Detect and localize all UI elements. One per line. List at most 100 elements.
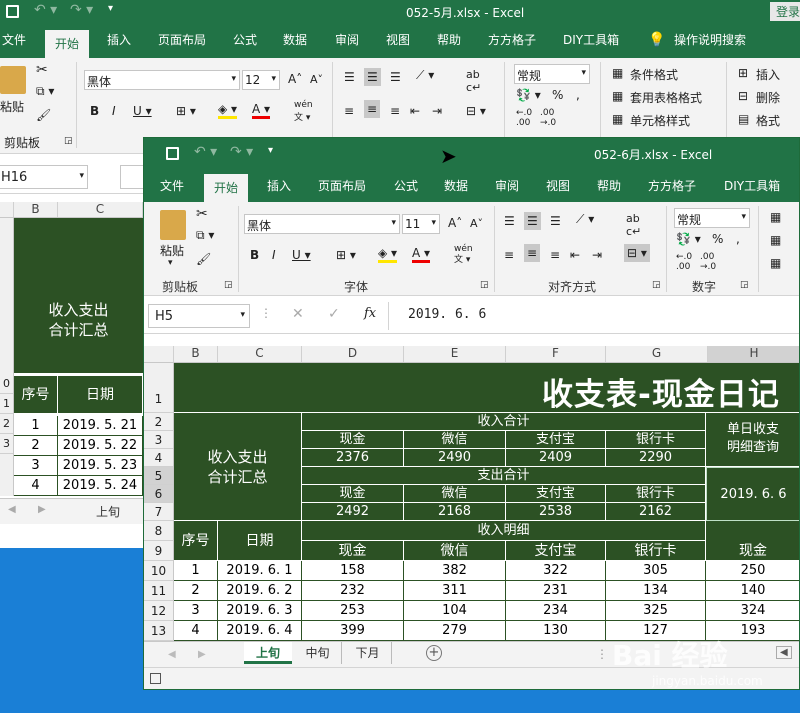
income-total-value[interactable]: 2376: [302, 449, 404, 467]
tab-file[interactable]: 文件: [2, 24, 26, 56]
tab-page-layout[interactable]: 页面布局: [318, 170, 366, 202]
tab-file[interactable]: 文件: [160, 170, 184, 202]
tab-review[interactable]: 审阅: [495, 170, 519, 202]
scroll-right-icon[interactable]: ▶: [198, 649, 206, 660]
tab-fangfang[interactable]: 方方格子: [488, 24, 536, 56]
row-header[interactable]: 4: [144, 449, 173, 467]
row-header[interactable]: 2: [144, 413, 173, 431]
phonetic-icon[interactable]: wén 文 ▾: [294, 100, 313, 123]
underline-icon[interactable]: U ▾: [292, 248, 311, 262]
font-name-select[interactable]: 黑体 ▾: [244, 214, 400, 234]
income-total-value[interactable]: 2290: [606, 449, 706, 467]
font-color-icon[interactable]: A ▾: [252, 102, 271, 119]
delete-cells-button[interactable]: 删除: [756, 89, 780, 106]
lightbulb-icon[interactable]: 💡: [648, 24, 665, 56]
border-icon[interactable]: ⊞ ▾: [176, 104, 196, 118]
align-right-icon[interactable]: ≡: [390, 104, 400, 118]
row-header[interactable]: 13: [144, 621, 173, 641]
row-header[interactable]: 6: [144, 485, 173, 503]
fill-color-icon[interactable]: ◈ ▾: [378, 246, 398, 263]
col-header-c[interactable]: C: [218, 346, 302, 362]
font-size-select[interactable]: 11 ▾: [402, 214, 440, 234]
row-value-cell[interactable]: 325: [606, 601, 706, 621]
format-painter-icon[interactable]: 🖌: [36, 108, 51, 122]
italic-icon[interactable]: I: [272, 248, 276, 262]
scroll-left-icon[interactable]: ◀: [8, 504, 16, 515]
row-header[interactable]: 8: [144, 521, 173, 541]
row-value-cell[interactable]: 130: [506, 621, 606, 641]
expense-method-header[interactable]: 银行卡: [606, 485, 706, 503]
dialog-launcher-icon[interactable]: ◲: [224, 280, 233, 290]
back-row-date-cell[interactable]: 2019. 5. 21: [58, 416, 143, 436]
row-value-cell[interactable]: 305: [606, 561, 706, 581]
format-cells-button[interactable]: 格式: [756, 112, 780, 129]
summary-cell[interactable]: 收入支出 合计汇总: [174, 413, 302, 521]
add-sheet-icon[interactable]: +: [426, 645, 442, 661]
row-no-cell[interactable]: 3: [174, 601, 218, 621]
login-button[interactable]: 登录: [770, 2, 800, 21]
back-row-date-cell[interactable]: 2019. 5. 23: [58, 456, 143, 476]
col-header-b[interactable]: B: [14, 202, 58, 217]
merge-center-icon[interactable]: ⊟ ▾: [624, 244, 650, 262]
expense-total-value[interactable]: 2168: [404, 503, 506, 521]
cut-icon[interactable]: ✂: [36, 62, 48, 78]
tab-diy-toolbox[interactable]: DIY工具箱: [724, 170, 780, 202]
dialog-launcher-icon[interactable]: ◲: [64, 136, 73, 146]
tab-insert[interactable]: 插入: [107, 24, 131, 56]
font-color-icon[interactable]: A ▾: [412, 246, 431, 263]
align-top-icon[interactable]: ☰: [504, 214, 515, 228]
undo-icon[interactable]: ↶ ▾: [34, 2, 57, 18]
increase-decimal-icon[interactable]: ←.0.00: [516, 108, 532, 128]
tab-help[interactable]: 帮助: [597, 170, 621, 202]
row-header[interactable]: 2: [0, 414, 13, 434]
align-middle-icon[interactable]: ☰: [364, 68, 381, 86]
expense-total-value[interactable]: 2162: [606, 503, 706, 521]
paste-icon[interactable]: [160, 210, 186, 240]
format-painter-icon[interactable]: 🖌: [196, 252, 211, 266]
align-right-icon[interactable]: ≡: [550, 248, 560, 262]
lookup-label[interactable]: 单日收支 明细查询: [706, 413, 799, 467]
tab-view[interactable]: 视图: [386, 24, 410, 56]
row-header[interactable]: 1: [0, 394, 13, 414]
percent-icon[interactable]: %: [712, 232, 723, 246]
macro-record-icon[interactable]: [150, 673, 161, 684]
table-icon[interactable]: ▦: [770, 233, 781, 247]
sheet-tab-zhongxun[interactable]: 中旬: [294, 642, 342, 664]
border-icon[interactable]: ⊞ ▾: [336, 248, 356, 262]
undo-icon[interactable]: ↶ ▾: [194, 144, 217, 160]
wrap-text-icon[interactable]: ab c↵: [466, 68, 481, 94]
title-cell[interactable]: 收支表-现金日记: [174, 363, 799, 413]
back-row-date-cell[interactable]: 2019. 5. 22: [58, 436, 143, 456]
row-date-cell[interactable]: 2019. 6. 1: [218, 561, 302, 581]
detail-column-header[interactable]: 微信: [404, 541, 506, 561]
header-no[interactable]: 序号: [174, 521, 218, 561]
cell-styles-button[interactable]: 单元格样式: [630, 112, 690, 129]
row-value-cell[interactable]: 311: [404, 581, 506, 601]
font-size-select[interactable]: 12 ▾: [242, 70, 280, 90]
number-format-select[interactable]: 常规 ▾: [514, 64, 590, 84]
copy-icon[interactable]: ⧉ ▾: [196, 228, 214, 243]
col-header-d[interactable]: D: [302, 346, 404, 362]
income-method-header[interactable]: 微信: [404, 431, 506, 449]
row-value-cell[interactable]: 324: [706, 601, 799, 621]
row-value-cell[interactable]: 279: [404, 621, 506, 641]
scroll-left-icon[interactable]: ◀: [168, 649, 176, 660]
income-total-value[interactable]: 2490: [404, 449, 506, 467]
row-value-cell[interactable]: 104: [404, 601, 506, 621]
col-header-e[interactable]: E: [404, 346, 506, 362]
paste-button[interactable]: 粘贴: [0, 98, 24, 115]
select-all-corner[interactable]: [0, 202, 14, 217]
row-date-cell[interactable]: 2019. 6. 4: [218, 621, 302, 641]
merge-center-icon[interactable]: ⊟ ▾: [466, 104, 486, 118]
paste-icon[interactable]: [0, 66, 26, 94]
insert-function-icon[interactable]: fx: [364, 306, 376, 321]
col-header-b[interactable]: B: [174, 346, 218, 362]
expense-method-header[interactable]: 支付宝: [506, 485, 606, 503]
copy-icon[interactable]: ⧉ ▾: [36, 84, 54, 99]
row-date-cell[interactable]: 2019. 6. 2: [218, 581, 302, 601]
row-value-cell[interactable]: 253: [302, 601, 404, 621]
align-top-icon[interactable]: ☰: [344, 70, 355, 84]
tab-page-layout[interactable]: 页面布局: [158, 24, 206, 56]
tab-insert[interactable]: 插入: [267, 170, 291, 202]
redo-icon[interactable]: ↷ ▾: [230, 144, 253, 160]
